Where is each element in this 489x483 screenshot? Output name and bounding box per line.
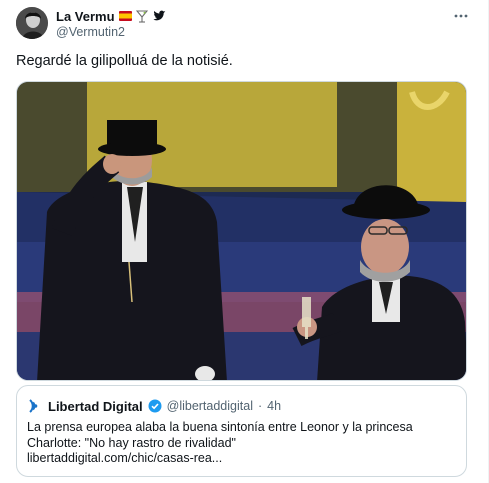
quoted-source-handle[interactable]: @libertaddigital xyxy=(167,399,253,413)
quoted-tweet[interactable]: Libertad Digital @libertaddigital · 4h L… xyxy=(16,385,467,477)
more-horizontal-icon[interactable] xyxy=(452,7,470,25)
verified-badge-icon xyxy=(148,399,162,413)
author-handle[interactable]: @Vermutin2 xyxy=(56,25,125,39)
tweet-text: Regardé la gilipolluá de la notisié. xyxy=(16,53,233,69)
tweet-photo[interactable] xyxy=(16,81,467,381)
avatar[interactable] xyxy=(16,7,48,39)
quoted-source-name[interactable]: Libertad Digital xyxy=(48,399,143,414)
quoted-link[interactable]: libertaddigital.com/chic/casas-rea... xyxy=(27,451,222,465)
quoted-text: La prensa europea alaba la buena sintoní… xyxy=(27,419,457,451)
bird-icon xyxy=(153,10,166,23)
libertad-digital-logo-icon xyxy=(27,398,43,414)
spain-flag-icon xyxy=(118,11,132,21)
quoted-text-line-2: Charlotte: "No hay rastro de rivalidad" xyxy=(27,436,236,450)
tweet-card[interactable]: La Vermu @Vermutin2 Regardé la gilipollu… xyxy=(0,0,489,483)
display-name[interactable]: La Vermu xyxy=(56,9,115,24)
cocktail-glass-icon xyxy=(136,9,149,23)
separator-dot: · xyxy=(257,399,263,413)
quoted-text-line-1: La prensa europea alaba la buena sintoní… xyxy=(27,420,413,434)
quoted-timestamp[interactable]: 4h xyxy=(267,399,281,413)
photo-illustration xyxy=(17,82,466,380)
